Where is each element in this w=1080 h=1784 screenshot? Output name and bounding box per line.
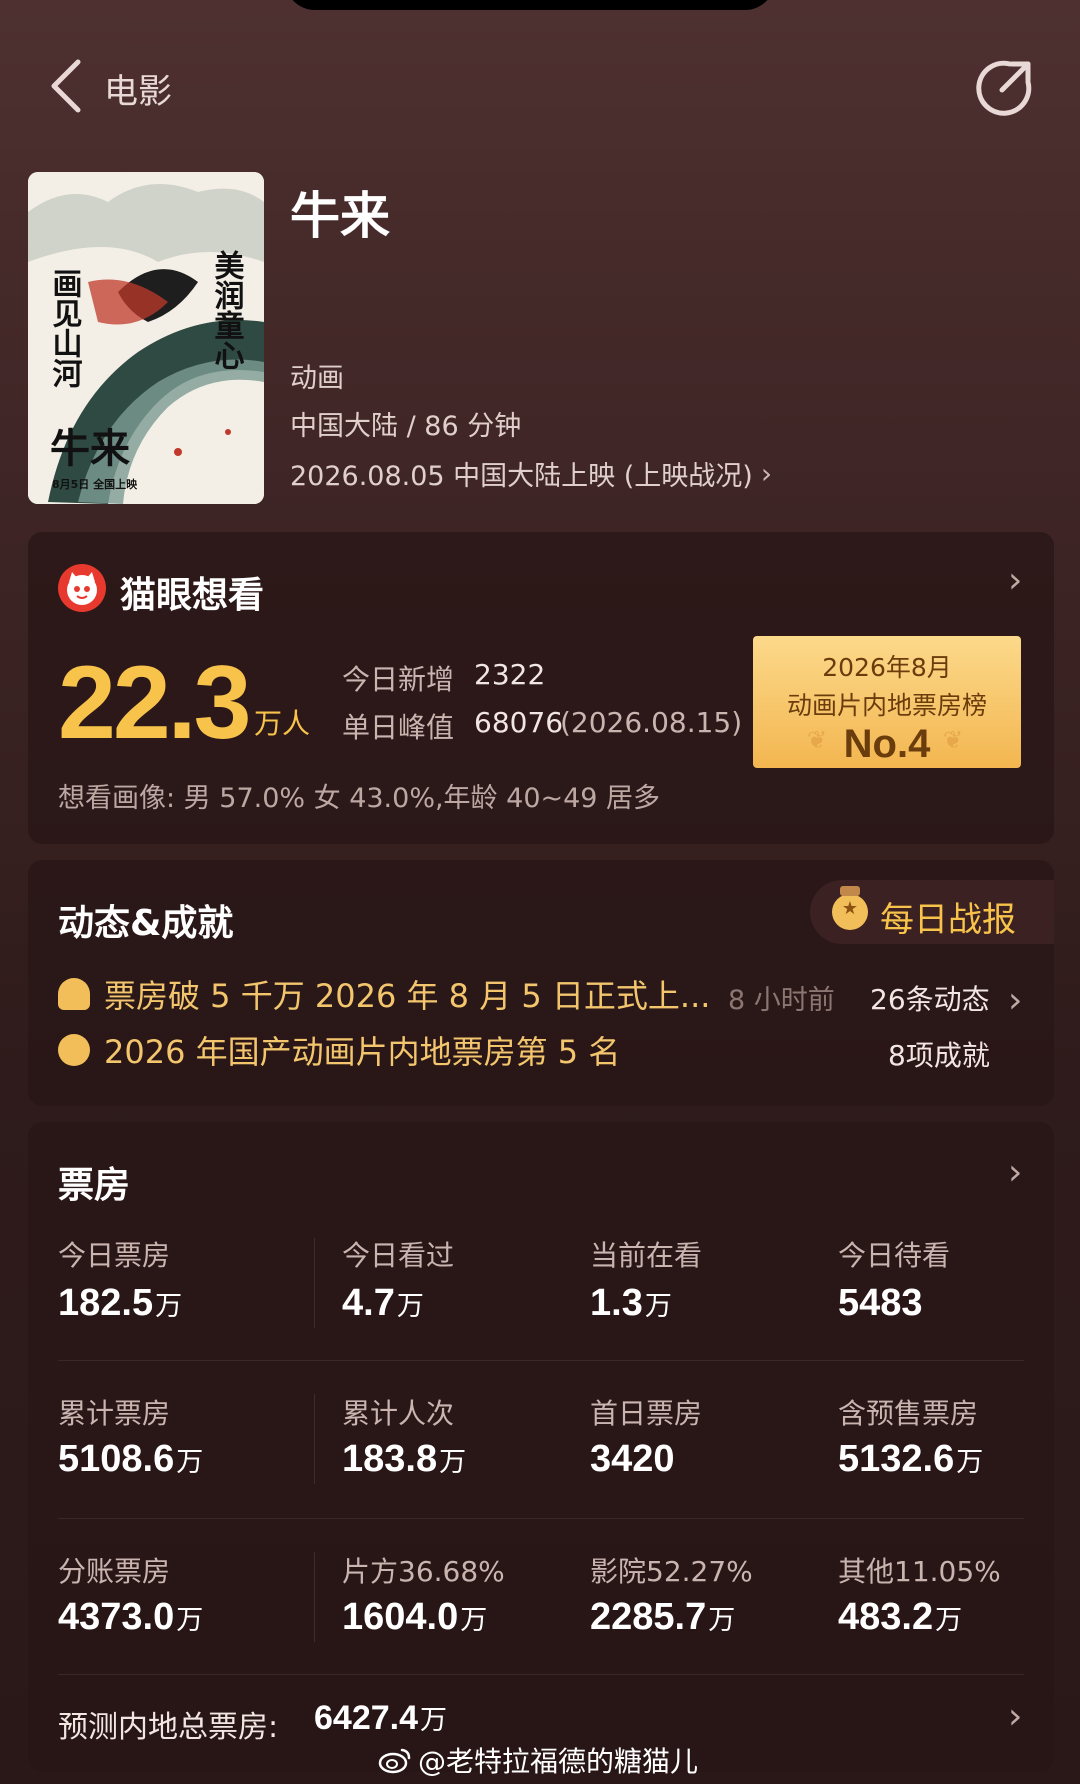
rank-category: 动画片内地票房榜 [786,691,987,720]
poster-right-text: 美润童心 [209,249,245,370]
weibo-icon [378,1748,411,1774]
want-card-title: 猫眼想看 [120,575,265,616]
movie-title: 牛来 [290,187,390,245]
rank-badge[interactable]: 2026年8月 动画片内地票房榜 No.4 ❦ ❦ [753,636,1021,768]
stat-label: 分账票房 [58,1555,171,1588]
poster-date-text: 8月5日 全国上映 [52,477,138,491]
stat-value: 4373.0万 [58,1596,204,1638]
want-count: 22.3 [58,645,251,761]
laurel-right-icon: ❦ [943,726,964,754]
row-divider [58,1360,1024,1361]
release-info-text: 2026.08.05 中国大陆上映 (上映战况) [290,461,753,492]
box-office-card[interactable]: 票房 › 今日票房 182.5万 今日看过 4.7万 当前在看 1.3万 今日待… [28,1122,1054,1772]
laurel-left-icon: ❦ [807,726,828,754]
stat-label: 今日看过 [342,1239,455,1272]
stat-value: 5483 [838,1282,923,1324]
news-achievements-card[interactable]: 动态&成就 ★ 每日战报 票房破 5 千万 2026 年 8 月 5 日正式上.… [28,860,1054,1106]
row-divider [58,1518,1024,1519]
poster-title-text: 牛来 [50,425,130,472]
want-unit: 万人 [254,707,311,740]
stat-label: 累计人次 [342,1397,455,1430]
stat-label: 含预售票房 [838,1397,979,1430]
share-icon[interactable] [976,58,1034,116]
column-divider [314,1238,315,1328]
today-new-label: 今日新增 [342,663,455,696]
forecast-label: 预测内地总票房: [58,1710,279,1745]
news-count: 26条动态 [870,983,990,1016]
stat-value: 1.3万 [590,1282,672,1324]
stat-value: 5132.6万 [838,1438,984,1480]
stat-label: 今日待看 [838,1239,951,1272]
maoyan-logo-icon [58,564,106,612]
watermark-text: @老特拉福德的糖猫儿 [418,1745,699,1778]
stat-value: 1604.0万 [342,1596,488,1638]
column-divider [314,1552,315,1642]
stat-value: 182.5万 [58,1282,183,1324]
stat-value: 183.8万 [342,1438,467,1480]
top-bar: 电影 [0,50,1080,120]
medal-icon: ★ [832,886,868,930]
achievement-row[interactable]: 2026 年国产动画片内地票房第 5 名 [58,1030,621,1071]
back-arrow-icon[interactable] [48,58,88,114]
peak-value: 68076 [474,706,564,739]
stat-label: 当前在看 [590,1239,703,1272]
stat-label: 片方36.68% [342,1555,505,1588]
movie-poster[interactable]: 画见山河 美润童心 牛来 8月5日 全国上映 [28,172,264,504]
release-info-link[interactable]: 2026.08.05 中国大陆上映 (上映战况) › [290,454,772,493]
stat-value: 5108.6万 [58,1438,204,1480]
daily-report-button[interactable]: ★ 每日战报 [810,880,1054,944]
poster-left-text: 画见山河 [47,268,83,388]
row-divider [58,1674,1024,1675]
box-office-title: 票房 [58,1165,131,1206]
medal-icon [58,1034,90,1066]
stat-value: 2285.7万 [590,1596,736,1638]
stat-label: 其他11.05% [838,1555,1001,1588]
chevron-right-icon: › [760,457,773,490]
camera-notch [285,0,775,10]
achievement-count: 8项成就 [888,1039,990,1072]
chevron-right-icon[interactable]: › [1008,1152,1022,1193]
daily-report-label: 每日战报 [880,900,1016,940]
news-latest-text: 票房破 5 千万 2026 年 8 月 5 日正式上... [104,977,711,1015]
stat-label: 累计票房 [58,1397,171,1430]
audience-portrait: 想看画像: 男 57.0% 女 43.0%,年龄 40~49 居多 [58,783,661,814]
stat-label: 今日票房 [58,1239,171,1272]
forecast-value: 6427.4万 [314,1699,447,1737]
movie-region-duration: 中国大陆 / 86 分钟 [290,411,522,442]
peak-label: 单日峰值 [342,711,455,744]
stat-value: 483.2万 [838,1596,963,1638]
news-latest-time: 8 小时前 [728,985,835,1016]
rank-number: No.4 [843,722,931,766]
chevron-right-icon[interactable]: › [1008,980,1022,1021]
rank-period: 2026年8月 [822,653,952,682]
peak-date: (2026.08.15) [560,706,743,739]
chevron-right-icon[interactable]: › [1008,560,1022,601]
stat-value: 3420 [590,1438,675,1480]
column-divider [314,1394,315,1484]
news-row-latest[interactable]: 票房破 5 千万 2026 年 8 月 5 日正式上... [58,974,711,1015]
movie-genre: 动画 [290,363,344,394]
stat-label: 首日票房 [590,1397,703,1430]
stat-label: 影院52.27% [590,1555,753,1588]
news-card-title: 动态&成就 [58,903,234,944]
poster-artwork: 画见山河 美润童心 牛来 8月5日 全国上映 [28,172,264,504]
want-to-watch-card[interactable]: 猫眼想看 › 22.3 万人 今日新增 2322 单日峰值 68076 (202… [28,532,1054,844]
today-new-value: 2322 [474,658,546,691]
weibo-watermark: @老特拉福德的糖猫儿 [378,1740,698,1780]
chevron-right-icon[interactable]: › [1008,1696,1022,1737]
achievement-text: 2026 年国产动画片内地票房第 5 名 [104,1033,621,1071]
bell-icon [58,978,90,1010]
back-label[interactable]: 电影 [104,64,172,113]
stat-value: 4.7万 [342,1282,424,1324]
